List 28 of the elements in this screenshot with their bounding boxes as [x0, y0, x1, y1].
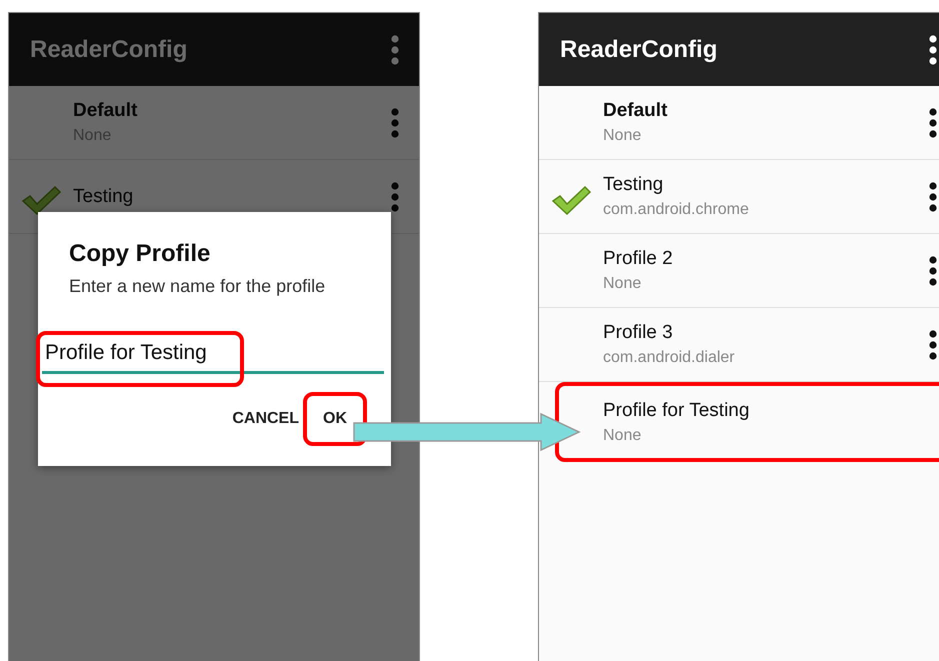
profile-name: Default — [73, 100, 138, 122]
profile-row[interactable]: Profile 2 None — [539, 234, 939, 308]
more-options-icon[interactable] — [929, 330, 937, 360]
profile-name: Default — [603, 100, 668, 122]
profile-row[interactable]: Profile 3 com.android.dialer — [539, 308, 939, 382]
profile-name: Testing — [73, 186, 134, 208]
app-title: ReaderConfig — [560, 36, 718, 64]
profile-app: com.android.dialer — [603, 349, 736, 367]
profile-name: Profile 2 — [603, 248, 674, 270]
profile-name: Profile for Testing — [603, 400, 750, 422]
more-options-icon[interactable] — [929, 182, 937, 212]
profile-name: Profile 3 — [603, 322, 674, 344]
app-title: ReaderConfig — [30, 36, 188, 64]
dialog-button[interactable]: OK — [315, 400, 355, 438]
dialog-title: Copy Profile — [69, 240, 212, 268]
profile-app: None — [603, 426, 642, 444]
more-options-icon[interactable] — [929, 108, 937, 138]
profile-app: com.android.chrome — [603, 201, 750, 219]
profile-app: None — [603, 275, 642, 293]
dialog-button[interactable]: CANCEL — [224, 400, 307, 438]
profile-app: None — [603, 127, 642, 145]
more-options-icon[interactable] — [929, 256, 937, 286]
name-input-field[interactable]: Profile for Testing — [42, 341, 384, 374]
profile-row[interactable]: Default None — [539, 86, 939, 160]
dialog-message: Enter a new name for the profile — [69, 276, 326, 297]
overflow-menu-icon[interactable] — [929, 34, 937, 64]
profile-row[interactable]: Testing com.android.chrome — [539, 160, 939, 234]
profile-name: Testing — [603, 174, 664, 196]
